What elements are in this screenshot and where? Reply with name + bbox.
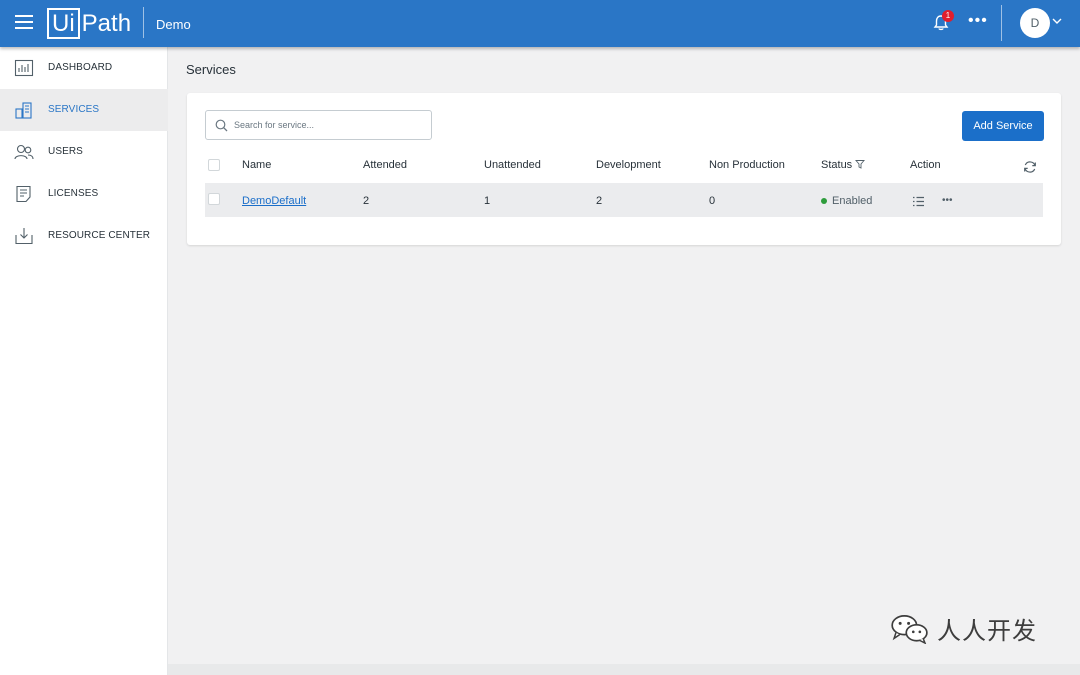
watermark: 人人开发 [889,611,1037,646]
services-building-icon [15,102,32,119]
select-all-checkbox[interactable] [208,159,220,171]
status-header-label: Status [821,159,853,171]
attended-value: 2 [363,195,370,207]
hamburger-menu-icon[interactable] [15,15,33,31]
top-header: Ui Path Demo 1 ••• D [0,0,1080,47]
column-header-name[interactable]: Name [242,159,271,171]
watermark-text: 人人开发 [937,617,1037,645]
chevron-down-icon[interactable] [1052,17,1062,25]
sidebar-item-label: DASHBOARD [48,62,113,73]
column-header-development[interactable]: Development [596,159,661,171]
page-title: Services [186,62,236,77]
sidebar-item-resource-center[interactable]: RESOURCE CENTER [0,215,168,257]
search-input[interactable] [234,117,424,133]
uipath-logo[interactable]: Ui Path [47,8,131,39]
sidebar-item-label: LICENSES [48,188,99,199]
development-value: 2 [596,195,603,207]
header-divider [1001,5,1002,41]
logo-rest-text: Path [81,9,132,37]
non-production-value: 0 [709,195,716,207]
search-icon [215,119,228,132]
unattended-value: 1 [484,195,491,207]
add-service-button[interactable]: Add Service [962,111,1044,141]
license-document-icon [16,185,31,203]
filter-icon[interactable] [855,159,866,169]
column-header-attended[interactable]: Attended [363,159,407,171]
wechat-icon [891,614,928,644]
dashboard-chart-icon [14,59,34,77]
more-options-icon[interactable]: ••• [968,12,988,30]
sidebar-item-licenses[interactable]: LICENSES [0,173,168,215]
sidebar: DASHBOARD SERVICES USERS LICENSES RESOUR… [0,47,168,675]
sidebar-item-label: SERVICES [48,104,100,115]
column-header-status[interactable]: Status [821,159,866,171]
avatar[interactable]: D [1020,8,1050,38]
column-header-non-production[interactable]: Non Production [709,159,785,171]
notification-badge: 1 [942,10,954,22]
sidebar-item-services[interactable]: SERVICES [0,89,168,131]
column-header-unattended[interactable]: Unattended [484,159,541,171]
sidebar-item-users[interactable]: USERS [0,131,168,173]
services-card: Add Service Name Attended Unattended Dev… [187,93,1061,245]
service-name-link[interactable]: DemoDefault [242,195,306,207]
tenant-name[interactable]: Demo [156,17,191,32]
sidebar-item-dashboard[interactable]: DASHBOARD [0,47,168,89]
status-dot [821,198,827,204]
list-details-icon[interactable] [912,196,925,207]
logo-divider [143,7,144,38]
search-box[interactable] [205,110,432,140]
status-badge: Enabled [832,195,873,207]
row-checkbox[interactable] [208,193,220,205]
refresh-icon[interactable] [1023,160,1037,174]
sidebar-item-label: RESOURCE CENTER [48,230,151,241]
bottom-strip [168,664,1080,675]
column-header-action: Action [910,159,941,171]
sidebar-item-label: USERS [48,146,83,157]
download-tray-icon [15,228,33,245]
row-more-icon[interactable]: ••• [942,195,953,206]
logo-boxed-text: Ui [47,8,80,39]
users-icon [14,144,34,160]
